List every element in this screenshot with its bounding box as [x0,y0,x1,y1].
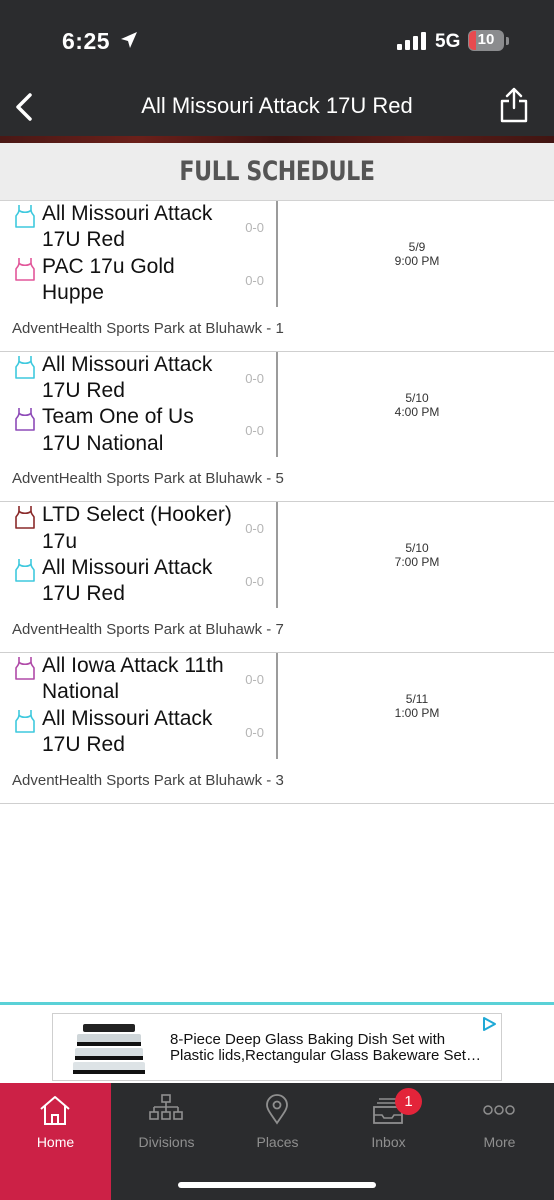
status-time: 6:25 [62,28,111,54]
team-row[interactable]: All Missouri Attack 17U Red 0-0 [0,706,276,759]
team-name: All Missouri Attack 17U Red [42,556,213,606]
game-time: 1:00 PM [394,705,440,720]
battery-tip [506,37,509,45]
team-score: 0-0 [245,220,264,235]
jersey-icon [15,205,35,228]
tab-label: Home [36,1134,75,1150]
battery-icon: 10 [468,30,504,51]
jersey-icon [15,559,35,582]
status-bar: 6:25 5G 10 [0,0,554,80]
game-time: 9:00 PM [394,254,440,268]
ad-banner[interactable]: 8-Piece Deep Glass Baking Dish Set with … [52,1013,502,1081]
game-card[interactable]: All Missouri Attack 17U Red 0-0 PAC 17u Go… [0,201,554,352]
ad-text-line2: Plastic lids,Rectangular Glass Bakeware … [170,1047,481,1064]
ad-text-line1: 8-Piece Deep Glass Baking Dish Set with [170,1032,446,1048]
game-date: 5/10 [405,541,429,556]
bracket-icon [149,1094,183,1120]
team-name: PAC 17u Gold Huppe [42,254,175,305]
game-card[interactable]: All Missouri Attack 17U Red 0-0 Team One o… [0,351,554,503]
section-title: FULL SCHEDULE [179,156,375,187]
jersey-icon [15,408,35,432]
game-teams: All Missouri Attack 17U Red 0-0 PAC 17u Go… [0,201,278,307]
ad-separator [0,1002,554,1005]
team-name: LTD Select (Hooker) 17u [42,503,232,553]
tab-label: Divisions [138,1134,195,1150]
game-date: 5/11 [405,691,429,706]
map-pin-icon [266,1094,288,1125]
back-chevron-icon[interactable] [10,90,40,124]
team-row[interactable]: All Missouri Attack 17U Red 0-0 [0,555,276,608]
more-dots-icon [483,1105,515,1115]
game-venue: AdventHealth Sports Park at Bluhawk - 3 [12,771,284,789]
jersey-icon [15,506,35,530]
tab-label: More [483,1134,516,1150]
team-score: 0-0 [245,272,264,288]
team-name: All Missouri Attack 17U Red [42,352,213,403]
team-score: 0-0 [245,521,264,537]
team-row[interactable]: All Iowa Attack 11th National 0-0 [0,653,276,706]
game-venue: AdventHealth Sports Park at Bluhawk - 1 [12,319,284,337]
game-time: 7:00 PM [394,555,440,570]
game-venue: AdventHealth Sports Park at Bluhawk - 5 [12,470,284,488]
tab-label: Places [256,1134,299,1150]
nav-bar: All Missouri Attack 17U Red [0,78,554,136]
team-row[interactable]: All Missouri Attack 17U Red 0-0 [0,201,276,254]
game-date: 5/10 [405,390,429,405]
team-name: All Iowa Attack 11th National [42,653,224,704]
team-score: 0-0 [245,370,264,386]
adchoices-icon[interactable] [481,1016,497,1032]
jersey-icon [15,709,35,733]
team-name: All Missouri Attack 17U Red [42,202,213,252]
tab-more[interactable]: More [444,1083,554,1200]
game-teams: All Iowa Attack 11th National 0-0 All Miss… [0,652,278,759]
location-arrow-icon [121,32,137,48]
signal-icon [397,30,427,50]
home-icon [40,1096,70,1125]
team-score: 0-0 [245,574,264,590]
game-datetime: 5/10 4:00 PM [280,391,554,419]
section-header: FULL SCHEDULE [0,143,554,201]
page-title: All Missouri Attack 17U Red [141,93,413,118]
ad-text: 8-Piece Deep Glass Baking Dish Set with … [170,1032,490,1064]
game-card[interactable]: All Iowa Attack 11th National 0-0 All Miss… [0,652,554,804]
game-venue: AdventHealth Sports Park at Bluhawk - 7 [12,620,284,638]
schedule-list: All Missouri Attack 17U Red 0-0 PAC 17u Go… [0,201,554,804]
team-score: 0-0 [245,423,264,439]
team-score: 0-0 [245,671,264,687]
jersey-icon [15,355,35,379]
game-time: 4:00 PM [394,404,440,419]
share-icon[interactable] [498,86,530,124]
top-bar: 6:25 5G 10 All Missouri Attack 17U Red [0,0,554,140]
game-datetime: 5/11 1:00 PM [280,692,554,720]
team-row[interactable]: LTD Select (Hooker) 17u 0-0 [0,502,276,555]
header-banner-strip [0,136,554,143]
tab-label: Inbox [371,1134,406,1150]
battery-level: 10 [477,31,495,48]
tab-home[interactable]: Home [0,1083,111,1200]
team-row[interactable]: All Missouri Attack 17U Red 0-0 [0,352,276,405]
jersey-icon [15,257,35,281]
game-teams: LTD Select (Hooker) 17u 0-0 All Missouri A… [0,502,278,608]
home-indicator [178,1182,376,1188]
team-name: All Missouri Attack 17U Red [42,706,213,757]
game-date: 5/9 [408,240,426,254]
team-row[interactable]: Team One of Us 17U National 0-0 [0,404,276,457]
game-datetime: 5/9 9:00 PM [280,240,554,268]
game-teams: All Missouri Attack 17U Red 0-0 Team One o… [0,351,278,458]
jersey-icon [15,656,35,680]
game-card[interactable]: LTD Select (Hooker) 17u 0-0 All Missouri A… [0,502,554,653]
network-label: 5G [435,31,461,52]
game-datetime: 5/10 7:00 PM [280,541,554,569]
team-score: 0-0 [245,724,264,740]
team-name: Team One of Us 17U National [42,405,194,455]
team-row[interactable]: PAC 17u Gold Huppe 0-0 [0,254,276,307]
inbox-badge: 1 [395,1088,422,1115]
baking-dish-image [73,1024,145,1074]
